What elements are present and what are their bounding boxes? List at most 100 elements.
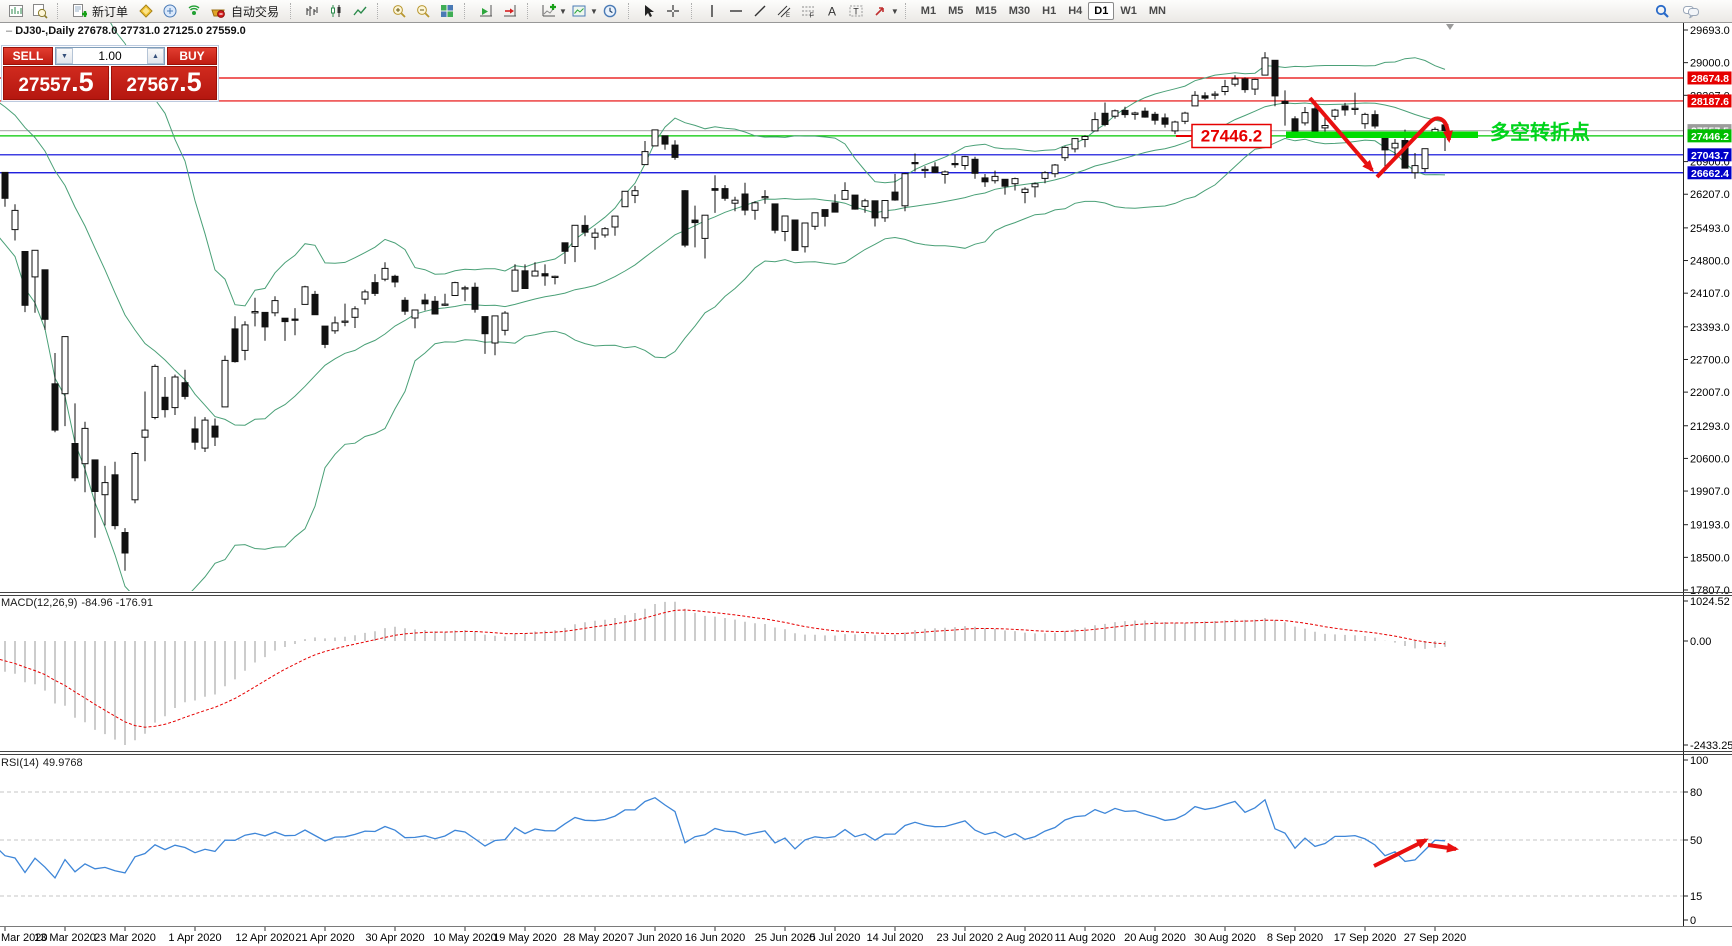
arrows-tool-button[interactable] (869, 1, 892, 22)
candle-body (432, 301, 438, 314)
candle-body (1282, 101, 1288, 103)
zoom-in-button[interactable] (387, 1, 410, 22)
indicators-button[interactable] (537, 1, 560, 22)
autotrade-label[interactable]: 自动交易 (231, 3, 279, 20)
vertical-line-tool-button[interactable] (701, 1, 724, 22)
candle-body (152, 366, 158, 417)
zoom-out-button[interactable] (411, 1, 434, 22)
date-label[interactable]: 30 Aug 2020 (1194, 932, 1256, 944)
candle-body (312, 294, 318, 314)
date-label[interactable]: 7 Jun 2020 (628, 932, 682, 944)
cursor-button[interactable] (638, 1, 661, 22)
candle-body (1142, 111, 1148, 117)
candle-body (282, 318, 288, 321)
date-label[interactable]: 1 Apr 2020 (168, 932, 221, 944)
horizontal-line-tool-button[interactable] (725, 1, 748, 22)
toolbar-separator (464, 3, 469, 19)
timeframe-m5[interactable]: M5 (942, 2, 969, 20)
date-label[interactable]: 25 Jun 2020 (755, 932, 816, 944)
date-label[interactable]: 10 May 2020 (433, 932, 497, 944)
volume-up-button[interactable]: ▲ (147, 48, 164, 64)
timeframe-d1[interactable]: D1 (1088, 2, 1114, 20)
crosshair-button[interactable] (662, 1, 685, 22)
profiles-button[interactable] (28, 1, 51, 22)
auto-scroll-button[interactable] (474, 1, 497, 22)
line-chart-button[interactable] (348, 1, 371, 22)
date-label[interactable]: 21 Apr 2020 (295, 932, 354, 944)
candle-body (112, 475, 118, 526)
date-label[interactable]: 2 Aug 2020 (997, 932, 1053, 944)
candlestick-chart-button[interactable] (324, 1, 347, 22)
date-label[interactable]: 12 Apr 2020 (235, 932, 294, 944)
line-chart-icon (352, 3, 368, 19)
candle-body (322, 326, 328, 344)
date-label[interactable]: 23 Jul 2020 (937, 932, 994, 944)
sell-price[interactable]: 27557 .5 (3, 66, 109, 100)
navigator-icon (186, 3, 202, 19)
tile-windows-button[interactable] (435, 1, 458, 22)
date-label[interactable]: 30 Apr 2020 (365, 932, 424, 944)
chart-canvas[interactable]: 27446.2 多空转折点 29693.029000.028307.026900… (0, 0, 1732, 946)
timeframe-mn[interactable]: MN (1143, 2, 1172, 20)
indicators-icon (541, 3, 557, 19)
text-tool-button[interactable]: A (821, 1, 844, 22)
candle-body (772, 204, 778, 230)
channel-tool-button[interactable]: E (773, 1, 796, 22)
candle-body (1232, 79, 1238, 84)
volume-down-button[interactable]: ▼ (56, 48, 73, 64)
chart-shift-marker[interactable] (1446, 24, 1454, 30)
new-order-label[interactable]: 新订单 (92, 3, 128, 20)
date-label[interactable]: 13 Mar 2020 (34, 932, 96, 944)
templates-button[interactable] (568, 1, 591, 22)
date-label[interactable]: 20 Aug 2020 (1124, 932, 1186, 944)
timeframe-m30[interactable]: M30 (1003, 2, 1036, 20)
buy-button[interactable]: BUY (167, 47, 217, 65)
timeframe-h1[interactable]: H1 (1036, 2, 1062, 20)
date-label[interactable]: 16 Jun 2020 (685, 932, 746, 944)
svg-text:E: E (786, 13, 790, 19)
date-label[interactable]: 23 Mar 2020 (94, 932, 156, 944)
candle-body (1092, 120, 1098, 131)
search-button[interactable] (1650, 1, 1673, 22)
autotrade-button[interactable] (206, 1, 229, 22)
candle-body (552, 276, 558, 277)
chart-window-button[interactable] (4, 1, 27, 22)
period-clock-button[interactable] (599, 1, 622, 22)
date-label[interactable]: 19 May 2020 (493, 932, 557, 944)
trendline-tool-button[interactable] (749, 1, 772, 22)
date-label[interactable]: 27 Sep 2020 (1404, 932, 1466, 944)
timeframe-w1[interactable]: W1 (1114, 2, 1143, 20)
templates-dropdown-caret[interactable]: ▼ (590, 7, 598, 16)
timeframe-group: M1M5M15M30H1H4D1W1MN (915, 2, 1172, 20)
date-label[interactable]: 5 Jul 2020 (810, 932, 861, 944)
toolbar-separator (527, 3, 532, 19)
candle-body (542, 274, 548, 276)
new-order-button[interactable] (67, 1, 90, 22)
bar-chart-button[interactable] (300, 1, 323, 22)
market-watch-button[interactable] (134, 1, 157, 22)
time-axis[interactable]: Mar 202013 Mar 202023 Mar 20201 Apr 2020… (1, 927, 1466, 944)
sell-button[interactable]: SELL (3, 47, 53, 65)
date-label[interactable]: 28 May 2020 (563, 932, 627, 944)
date-label[interactable]: 17 Sep 2020 (1334, 932, 1396, 944)
timeframe-m15[interactable]: M15 (969, 2, 1002, 20)
date-label[interactable]: 11 Aug 2020 (1055, 932, 1116, 944)
chart-shift-button[interactable] (498, 1, 521, 22)
candle-body (712, 189, 718, 191)
text-label-tool-button[interactable]: T (845, 1, 868, 22)
fibonacci-tool-button[interactable]: F (797, 1, 820, 22)
timeframe-m1[interactable]: M1 (915, 2, 942, 20)
data-window-button[interactable] (158, 1, 181, 22)
buy-price[interactable]: 27567 .5 (111, 66, 217, 100)
candle-body (1012, 179, 1018, 184)
candle-body (442, 304, 448, 305)
date-label[interactable]: 14 Jul 2020 (867, 932, 924, 944)
candle-body (942, 172, 948, 175)
timeframe-h4[interactable]: H4 (1062, 2, 1088, 20)
navigator-button[interactable] (182, 1, 205, 22)
indicators-dropdown-caret[interactable]: ▼ (559, 7, 567, 16)
date-label[interactable]: 8 Sep 2020 (1267, 932, 1323, 944)
volume-value[interactable]: 1.00 (73, 48, 147, 64)
arrows-dropdown-caret[interactable]: ▼ (891, 7, 899, 16)
chat-button[interactable] (1679, 1, 1702, 22)
